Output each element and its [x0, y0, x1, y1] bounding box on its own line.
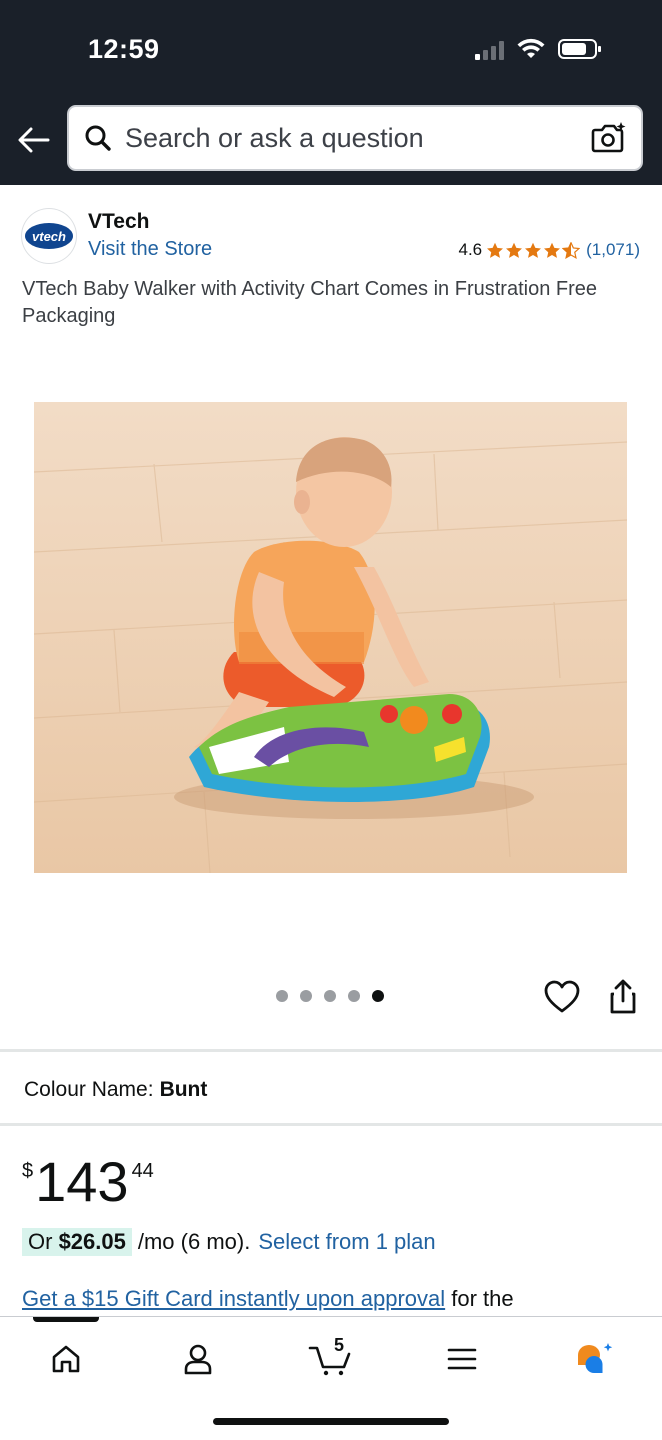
top-header: 12:59 [0, 0, 662, 185]
visit-store-link[interactable]: Visit the Store [88, 238, 212, 261]
heart-icon [544, 980, 580, 1013]
price-whole: 143 [35, 1150, 129, 1213]
rating-summary[interactable]: 4.6 (1,071) [458, 240, 640, 260]
rating-value: 4.6 [458, 240, 483, 259]
monthly-prefix: Or [28, 1229, 59, 1254]
product-image[interactable] [34, 402, 627, 873]
wifi-icon [517, 38, 545, 58]
nav-menu[interactable] [432, 1337, 492, 1381]
review-count-link[interactable]: (1,071) [586, 240, 640, 260]
search-icon [83, 123, 113, 153]
wishlist-button[interactable] [543, 979, 581, 1015]
monthly-amount: $26.05 [58, 1229, 126, 1254]
back-button[interactable] [16, 122, 52, 158]
account-icon [184, 1344, 212, 1375]
search-bar[interactable] [67, 105, 643, 171]
brand-logo[interactable]: vtech [22, 209, 76, 263]
status-icons [475, 38, 602, 60]
star-rating-icon [486, 241, 581, 259]
battery-icon [558, 39, 601, 59]
price-fraction: 44 [131, 1160, 154, 1182]
arrow-left-icon [18, 127, 50, 153]
nav-assistant[interactable] [564, 1337, 624, 1381]
gift-suffix: for the [445, 1286, 514, 1311]
monthly-badge: Or $26.05 [22, 1228, 132, 1256]
menu-icon [447, 1348, 477, 1370]
search-input[interactable] [125, 122, 589, 154]
gift-card-link[interactable]: Get a $15 Gift Card instantly upon appro… [22, 1286, 445, 1311]
image-carousel-dots[interactable] [276, 990, 384, 1002]
share-button[interactable] [604, 978, 642, 1016]
price-currency: $ [22, 1160, 34, 1182]
cellular-signal-icon [475, 40, 504, 60]
carousel-dot[interactable] [348, 990, 360, 1002]
carousel-dot[interactable] [276, 990, 288, 1002]
brand-logo-text: vtech [25, 223, 73, 249]
select-plan-link[interactable]: Select from 1 plan [258, 1229, 435, 1255]
carousel-dot[interactable] [324, 990, 336, 1002]
gift-card-offer: Get a $15 Gift Card instantly upon appro… [22, 1286, 514, 1312]
nav-account[interactable] [168, 1337, 228, 1381]
colour-selector[interactable]: Colour Name: Bunt [24, 1078, 207, 1102]
home-icon [52, 1345, 80, 1373]
price: $ 143 44 [22, 1152, 154, 1212]
carousel-dot[interactable] [300, 990, 312, 1002]
active-tab-indicator [33, 1317, 99, 1322]
status-time: 12:59 [88, 34, 160, 64]
home-indicator [213, 1418, 449, 1425]
divider [0, 1049, 662, 1052]
assistant-icon [578, 1343, 613, 1373]
divider [0, 1123, 662, 1126]
nav-home[interactable] [36, 1337, 96, 1381]
nav-cart[interactable] [300, 1337, 360, 1381]
colour-value: Bunt [159, 1078, 208, 1101]
cart-icon [308, 1346, 351, 1376]
monthly-term: /mo (6 mo). [137, 1229, 251, 1254]
colour-label: Colour Name: [24, 1078, 154, 1101]
product-title: VTech Baby Walker with Activity Chart Co… [22, 278, 597, 327]
carousel-dot-active[interactable] [372, 990, 384, 1002]
share-icon [610, 979, 636, 1014]
monthly-payment: Or $26.05 /mo (6 mo). Select from 1 plan [22, 1228, 436, 1256]
cart-count: 5 [334, 1335, 345, 1355]
brand-name: VTech [88, 210, 150, 233]
camera-search-icon[interactable] [589, 118, 629, 158]
